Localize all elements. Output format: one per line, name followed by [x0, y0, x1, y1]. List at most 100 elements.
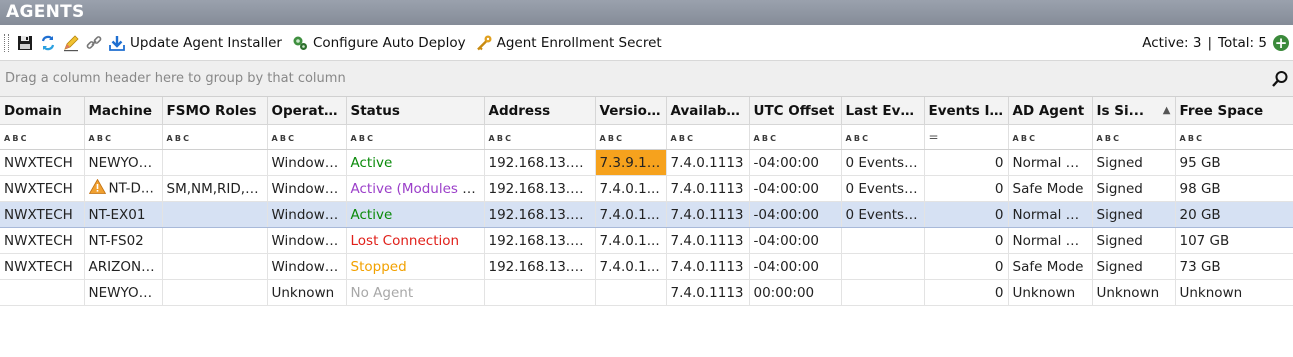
edit-icon[interactable] [61, 33, 81, 53]
cell-status: No Agent [346, 279, 485, 306]
filter-cell-address[interactable]: A B C [484, 124, 596, 150]
column-header-free-space[interactable]: Free Space [1175, 97, 1293, 125]
text-filter-icon[interactable]: A B C [1180, 134, 1203, 144]
filter-cell-utc-offset[interactable]: A B C [749, 124, 842, 150]
text-filter-icon[interactable]: A B C [671, 134, 694, 144]
cell-value: Unknown [1179, 284, 1243, 301]
cell-value: Normal Mo... [1012, 206, 1092, 223]
column-header-status[interactable]: Status [346, 97, 485, 125]
table-row[interactable]: NWXTECH ARIZONA... Windows ... Stopped 192.1… [0, 253, 1293, 280]
filter-cell-version[interactable]: A B C [595, 124, 667, 150]
cell-free-space: 20 GB [1175, 201, 1293, 228]
cell-domain [0, 279, 85, 306]
filter-cell-is-signed[interactable]: A B C [1092, 124, 1176, 150]
table-row[interactable]: NWXTECH NEWYOR... Windows ... Active 192.168… [0, 149, 1293, 176]
cell-free-space: 73 GB [1175, 253, 1293, 280]
filter-cell-free-space[interactable]: A B C [1175, 124, 1293, 150]
refresh-icon[interactable] [38, 33, 58, 53]
grid-body: NWXTECH NEWYOR... Windows ... Active 192.168… [0, 149, 1293, 306]
text-filter-icon[interactable]: A B C [600, 134, 623, 144]
plus-icon[interactable]: + [1273, 35, 1289, 51]
equals-filter-icon[interactable]: = [929, 130, 939, 144]
column-header-label: Status [350, 102, 400, 119]
column-header-label: Machine [88, 102, 153, 119]
column-header-is-signed[interactable]: ▲ Is Si... [1092, 97, 1176, 125]
cell-value: 0 [994, 206, 1004, 223]
cell-status: Lost Connection [346, 227, 485, 254]
filter-cell-domain[interactable]: A B C [0, 124, 85, 150]
text-filter-icon[interactable]: A B C [1013, 134, 1036, 144]
column-header-address[interactable]: Address [484, 97, 596, 125]
filter-cell-last-event[interactable]: A B C [841, 124, 925, 150]
cell-utc-offset: -04:00:00 [749, 175, 842, 202]
agent-counts: Active: 3 | Total: 5 + [1142, 25, 1289, 61]
column-header-machine[interactable]: Machine [84, 97, 163, 125]
text-filter-icon[interactable]: A B C [846, 134, 869, 144]
filter-cell-machine[interactable]: A B C [84, 124, 163, 150]
column-header-fsmo-roles[interactable]: FSMO Roles [162, 97, 268, 125]
search-icon[interactable] [1271, 70, 1289, 92]
column-header-last-event[interactable]: Last Eve... [841, 97, 925, 125]
column-header-label: Domain [4, 102, 62, 119]
table-row[interactable]: NEWYOR... Unknown No Agent 7.4.0.1113 00:00:… [0, 279, 1293, 306]
column-header-version[interactable]: Versio... [595, 97, 667, 125]
filter-cell-ad-agent[interactable]: A B C [1008, 124, 1093, 150]
column-header-utc-offset[interactable]: UTC Offset [749, 97, 842, 125]
column-header-operating-system[interactable]: Operati... [267, 97, 347, 125]
configure-auto-deploy-button[interactable]: Configure Auto Deploy [290, 33, 466, 53]
toolbar-grip[interactable] [4, 33, 9, 52]
filter-cell-events[interactable]: = [924, 124, 1009, 150]
cell-value: Normal Mo... [1012, 154, 1092, 171]
column-header-events[interactable]: Events I... [924, 97, 1009, 125]
cell-fsmo-roles: SM,NM,RID,P... [162, 175, 268, 202]
link-icon[interactable] [84, 33, 104, 53]
cell-value: 0 [994, 154, 1004, 171]
text-filter-icon[interactable]: A B C [754, 134, 777, 144]
cell-events: 0 [924, 253, 1009, 280]
cell-free-space: 98 GB [1175, 175, 1293, 202]
cell-is-signed: Signed [1092, 201, 1176, 228]
cell-value: No Agent [350, 284, 414, 301]
cell-value: Safe Mode [1012, 180, 1084, 197]
cell-value: Stopped [350, 258, 407, 275]
cell-value: 192.168.13.54... [488, 206, 595, 223]
column-header-available-version[interactable]: Availabl... [666, 97, 750, 125]
filter-cell-available-version[interactable]: A B C [666, 124, 750, 150]
text-filter-icon[interactable]: A B C [167, 134, 190, 144]
filter-cell-operating-system[interactable]: A B C [267, 124, 347, 150]
table-row[interactable]: NWXTECH NT-FS02 Windows ... Lost Connection… [0, 227, 1293, 254]
filter-cell-fsmo-roles[interactable]: A B C [162, 124, 268, 150]
column-header-domain[interactable]: Domain [0, 97, 85, 125]
cell-domain: NWXTECH [0, 253, 85, 280]
cell-value: 7.4.0.1... [599, 258, 660, 275]
cell-value: 0 [994, 258, 1004, 275]
group-by-panel[interactable]: Drag a column header here to group by th… [0, 61, 1293, 97]
column-header-ad-agent[interactable]: AD Agent [1008, 97, 1093, 125]
cell-value: Lost Connection [350, 232, 460, 249]
cell-value: Unknown [1012, 284, 1076, 301]
cell-status: Active [346, 149, 485, 176]
update-agent-installer-button[interactable]: Update Agent Installer [107, 33, 282, 53]
cell-ad-agent: Normal Mo... [1008, 201, 1093, 228]
cell-domain: NWXTECH [0, 149, 85, 176]
cell-value: 7.4.0.1113 [670, 180, 744, 197]
column-header-label: Address [488, 102, 551, 119]
table-row[interactable]: NWXTECH NT-EX01 Windows ... Active 192.168.1… [0, 201, 1293, 228]
text-filter-icon[interactable]: A B C [4, 134, 27, 144]
cell-is-signed: Unknown [1092, 279, 1176, 306]
save-icon[interactable] [15, 33, 35, 53]
column-header-label: Events I... [928, 102, 1005, 119]
text-filter-icon[interactable]: A B C [489, 134, 512, 144]
cell-status: Stopped [346, 253, 485, 280]
table-row[interactable]: NWXTECH NT-D... SM,NM,RID,P... Windows ... A… [0, 175, 1293, 202]
agent-enrollment-secret-button[interactable]: Agent Enrollment Secret [474, 33, 662, 53]
cell-value: 192.168.13.12... [488, 258, 595, 275]
text-filter-icon[interactable]: A B C [89, 134, 112, 144]
filter-cell-status[interactable]: A B C [346, 124, 485, 150]
cell-value: 0 Events i... [845, 206, 924, 223]
cell-free-space: 107 GB [1175, 227, 1293, 254]
cell-value: 7.4.0.1113 [670, 206, 744, 223]
text-filter-icon[interactable]: A B C [272, 134, 295, 144]
text-filter-icon[interactable]: A B C [1097, 134, 1120, 144]
text-filter-icon[interactable]: A B C [351, 134, 374, 144]
